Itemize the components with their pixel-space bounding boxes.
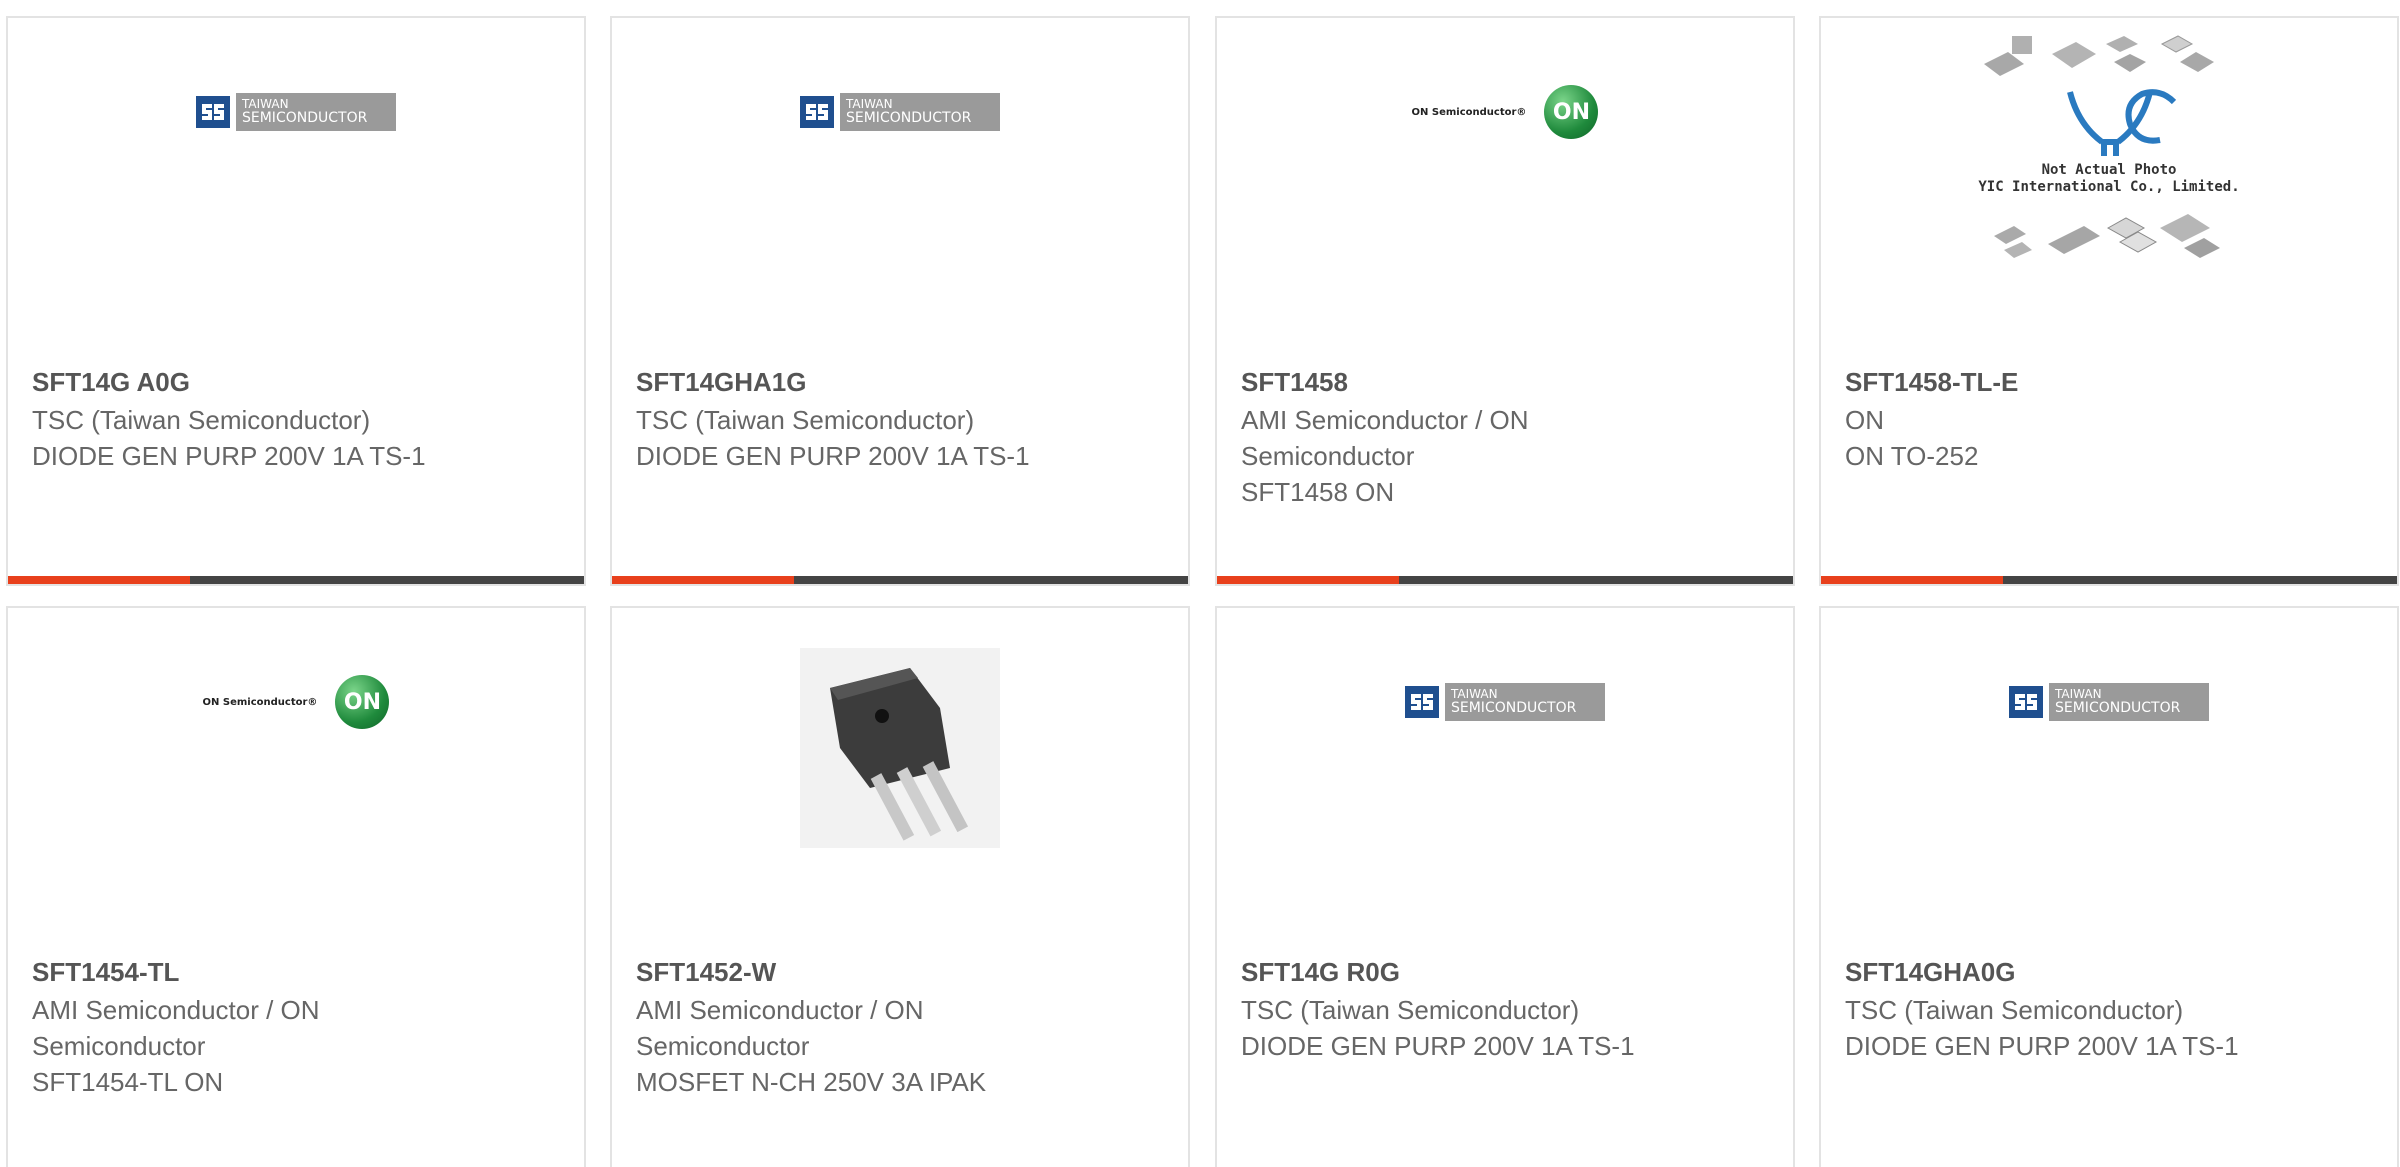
on-logo-word: ON Semiconductor®: [1411, 106, 1527, 118]
tsc-logo-line1: TAIWAN: [846, 97, 893, 111]
product-image: TAIWAN SEMICONDUCTOR: [1217, 608, 1793, 948]
yic-caption-line1: Not Actual Photo: [2041, 162, 2177, 178]
part-number[interactable]: SFT1458-TL-E: [1845, 362, 2285, 402]
on-mark-icon: ON: [1544, 85, 1599, 139]
card-bottom-bar: [1217, 576, 1793, 584]
taiwan-semiconductor-logo: TAIWAN SEMICONDUCTOR: [800, 93, 1000, 131]
description: DIODE GEN PURP 200V 1A TS-1: [1845, 1031, 2239, 1061]
description: SFT1454-TL ON: [32, 1067, 224, 1097]
part-number[interactable]: SFT1454-TL: [32, 952, 472, 992]
tsc-logo-line2: SEMICONDUCTOR: [1451, 700, 1577, 716]
card-bottom-bar: [8, 576, 584, 584]
on-semiconductor-logo: ON Semiconductor® ON: [1412, 85, 1599, 139]
tsc-logo-line1: TAIWAN: [1451, 687, 1498, 701]
on-mark-icon: ON: [335, 675, 390, 729]
card-bottom-bar: [612, 576, 1188, 584]
product-image: ON Semiconductor® ON: [1217, 18, 1793, 358]
description: DIODE GEN PURP 200V 1A TS-1: [1241, 1031, 1635, 1061]
description: DIODE GEN PURP 200V 1A TS-1: [32, 441, 426, 471]
product-image: Not Actual Photo YIC International Co., …: [1821, 18, 2397, 358]
tsc-mark-icon: [800, 96, 834, 128]
product-card[interactable]: SFT1452-W AMI Semiconductor / ON Semicon…: [610, 606, 1190, 1167]
product-card[interactable]: TAIWAN SEMICONDUCTOR SFT14G R0G TSC (Tai…: [1215, 606, 1795, 1167]
tsc-logo-line1: TAIWAN: [2055, 687, 2102, 701]
description: MOSFET N-CH 250V 3A IPAK: [636, 1067, 987, 1097]
taiwan-semiconductor-logo: TAIWAN SEMICONDUCTOR: [1405, 683, 1605, 721]
manufacturer: AMI Semiconductor / ON Semiconductor: [636, 995, 924, 1061]
product-card[interactable]: TAIWAN SEMICONDUCTOR SFT14G A0G TSC (Tai…: [6, 16, 586, 586]
tsc-mark-icon: [1405, 686, 1439, 718]
product-card[interactable]: TAIWAN SEMICONDUCTOR SFT14GHA1G TSC (Tai…: [610, 16, 1190, 586]
manufacturer: AMI Semiconductor / ON Semiconductor: [1241, 405, 1529, 471]
product-image: ON Semiconductor® ON: [8, 608, 584, 948]
on-logo-word: ON Semiconductor®: [202, 696, 318, 708]
card-bottom-bar: [1821, 576, 2397, 584]
tsc-mark-icon: [2009, 686, 2043, 718]
manufacturer: AMI Semiconductor / ON Semiconductor: [32, 995, 320, 1061]
product-card[interactable]: ON Semiconductor® ON SFT1454-TL AMI Semi…: [6, 606, 586, 1167]
part-number[interactable]: SFT14G R0G: [1241, 952, 1681, 992]
part-number[interactable]: SFT1458: [1241, 362, 1681, 402]
yic-placeholder-photo: Not Actual Photo YIC International Co., …: [1974, 32, 2244, 272]
tsc-logo-line2: SEMICONDUCTOR: [846, 110, 972, 126]
yic-caption-line2: YIC International Co., Limited.: [1978, 179, 2240, 195]
manufacturer: TSC (Taiwan Semiconductor): [1845, 995, 2184, 1025]
product-image: TAIWAN SEMICONDUCTOR: [612, 18, 1188, 358]
tsc-logo-line2: SEMICONDUCTOR: [2055, 700, 2181, 716]
chip-packages-icon: [1984, 35, 2220, 258]
part-number[interactable]: SFT1452-W: [636, 952, 1076, 992]
description: ON TO-252: [1845, 441, 1979, 471]
tsc-logo-line1: TAIWAN: [242, 97, 289, 111]
taiwan-semiconductor-logo: TAIWAN SEMICONDUCTOR: [196, 93, 396, 131]
manufacturer: TSC (Taiwan Semiconductor): [32, 405, 371, 435]
product-card[interactable]: Not Actual Photo YIC International Co., …: [1819, 16, 2399, 586]
product-card[interactable]: ON Semiconductor® ON SFT1458 AMI Semicon…: [1215, 16, 1795, 586]
product-grid: TAIWAN SEMICONDUCTOR SFT14G A0G TSC (Tai…: [0, 0, 2400, 1167]
manufacturer: ON: [1845, 405, 1884, 435]
taiwan-semiconductor-logo: TAIWAN SEMICONDUCTOR: [2009, 683, 2209, 721]
part-number[interactable]: SFT14GHA0G: [1845, 952, 2285, 992]
part-number[interactable]: SFT14GHA1G: [636, 362, 1076, 402]
tsc-logo-line2: SEMICONDUCTOR: [242, 110, 368, 126]
mosfet-package-photo: [800, 648, 1000, 848]
product-image: TAIWAN SEMICONDUCTOR: [8, 18, 584, 358]
description: DIODE GEN PURP 200V 1A TS-1: [636, 441, 1030, 471]
on-semiconductor-logo: ON Semiconductor® ON: [203, 675, 390, 729]
manufacturer: TSC (Taiwan Semiconductor): [636, 405, 975, 435]
product-image: TAIWAN SEMICONDUCTOR: [1821, 608, 2397, 948]
part-number[interactable]: SFT14G A0G: [32, 362, 472, 402]
manufacturer: TSC (Taiwan Semiconductor): [1241, 995, 1580, 1025]
product-image: [612, 608, 1188, 948]
tsc-mark-icon: [196, 96, 230, 128]
product-card[interactable]: TAIWAN SEMICONDUCTOR SFT14GHA0G TSC (Tai…: [1819, 606, 2399, 1167]
description: SFT1458 ON: [1241, 477, 1395, 507]
